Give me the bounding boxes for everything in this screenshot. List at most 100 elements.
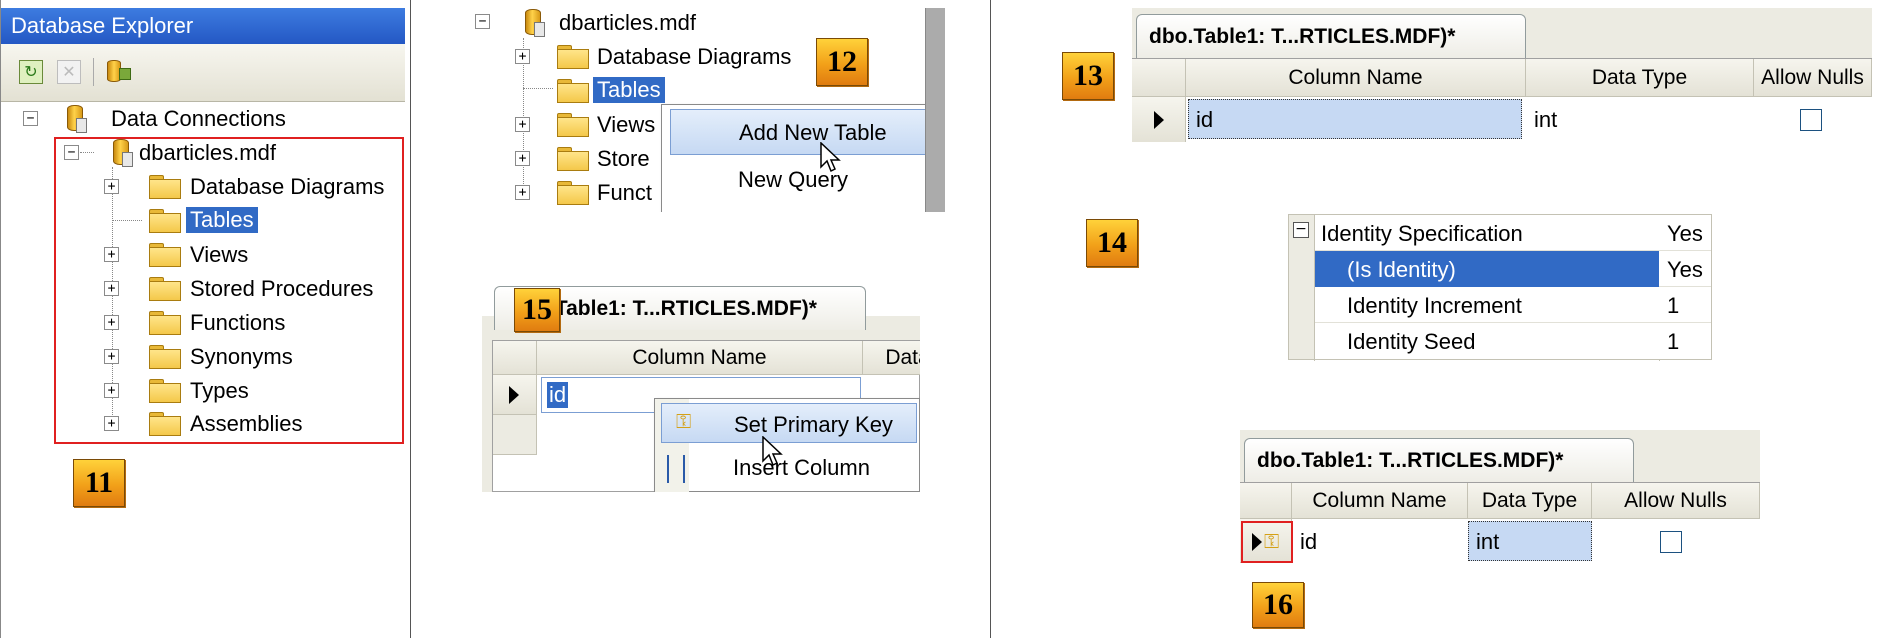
property-row-identity-specification[interactable]: Identity Specification Yes (1315, 215, 1711, 251)
property-row-is-identity[interactable]: (Is Identity) Yes (1315, 251, 1711, 287)
column-name-value[interactable]: id (1300, 529, 1317, 555)
expand-types[interactable]: + (104, 383, 119, 398)
column-name-cell[interactable] (1188, 99, 1522, 139)
panel-set-primary-key: .Table1: T...RTICLES.MDF)* Column Name D… (482, 278, 920, 492)
expand-functions[interactable]: + (104, 315, 119, 330)
folder-icon (149, 209, 181, 233)
explorer-title-bar: Database Explorer (1, 8, 405, 44)
row-header-corner (1240, 483, 1292, 519)
tree-item-views[interactable]: Views (190, 242, 248, 268)
step-badge-13: 13 (1062, 52, 1114, 100)
allow-nulls-checkbox[interactable] (1800, 109, 1822, 131)
tree-db-label[interactable]: dbarticles.mdf (139, 140, 276, 166)
folder-icon (149, 311, 181, 335)
database-icon (113, 139, 133, 167)
scrollbar[interactable] (925, 8, 945, 212)
allow-nulls-checkbox[interactable] (1660, 531, 1682, 553)
data-connections-icon (67, 105, 87, 133)
collapse-data-connections[interactable]: − (23, 111, 38, 126)
column-header-allow-nulls[interactable]: Allow Nulls (1754, 59, 1872, 97)
row-header (493, 415, 537, 455)
cursor-icon (820, 141, 842, 174)
tree-root-label[interactable]: Data Connections (111, 106, 286, 132)
tree-item-synonyms[interactable]: Synonyms (190, 344, 293, 370)
row-header-corner (493, 341, 537, 375)
folder-icon (149, 379, 181, 403)
menu-item-add-new-table[interactable]: Add New Table (670, 109, 940, 155)
designer-tab[interactable]: dbo.Table1: T...RTICLES.MDF)* (1244, 438, 1634, 482)
folder-icon (557, 45, 589, 69)
tree-db-label[interactable]: dbarticles.mdf (559, 10, 696, 36)
menu-item-insert-column[interactable]: Insert Column (733, 455, 870, 481)
column-name-value[interactable]: id (547, 382, 569, 408)
folder-icon (557, 147, 589, 171)
column-header-data-type[interactable]: Data Type (1468, 483, 1592, 519)
database-icon (525, 9, 545, 37)
column-header-allow-nulls[interactable]: Allow Nulls (1592, 483, 1760, 519)
designer-tab[interactable]: dbo.Table1: T...RTICLES.MDF)* (1136, 14, 1526, 58)
refresh-icon[interactable]: ↻ (19, 60, 43, 84)
tree-item-tables[interactable]: Tables (186, 207, 258, 233)
current-row-arrow (1154, 111, 1164, 129)
data-type-value[interactable]: int (1534, 107, 1557, 133)
cursor-icon (762, 435, 784, 468)
primary-key-icon: ⚿ (1264, 529, 1280, 553)
tree-item-views[interactable]: Views (597, 112, 655, 138)
collapse-db[interactable]: − (475, 14, 490, 29)
tree-item-assemblies[interactable]: Assemblies (190, 411, 302, 437)
collapse-identity-icon[interactable]: − (1293, 222, 1309, 238)
separator (410, 0, 411, 638)
property-row-identity-increment[interactable]: Identity Increment 1 (1315, 287, 1711, 323)
designer-grid: Column Name Data Type Allow Nulls id int (1132, 58, 1872, 142)
expand-synonyms[interactable]: + (104, 349, 119, 364)
collapse-db[interactable]: − (64, 145, 79, 160)
column-header-column-name[interactable]: Column Name (1292, 483, 1468, 519)
tree-item-functions[interactable]: Funct (597, 180, 652, 206)
folder-icon (557, 113, 589, 137)
context-menu: ⚿ Set Primary Key Insert Column (654, 398, 920, 492)
folder-icon (149, 243, 181, 267)
panel-add-new-table: − dbarticles.mdf + Database Diagrams Tab… (465, 0, 945, 212)
delete-icon[interactable]: ✕ (57, 60, 81, 84)
tree-item-functions[interactable]: Functions (190, 310, 285, 336)
property-row-identity-seed[interactable]: Identity Seed 1 (1315, 323, 1711, 359)
expand-stored-procedures[interactable]: + (515, 151, 530, 166)
key-icon: ⚿ (676, 411, 692, 433)
panel-table-designer: dbo.Table1: T...RTICLES.MDF)* Column Nam… (1132, 8, 1872, 142)
column-name-value[interactable]: id (1196, 107, 1213, 133)
expand-stored-procedures[interactable]: + (104, 281, 119, 296)
expand-functions[interactable]: + (515, 185, 530, 200)
expand-database-diagrams[interactable]: + (515, 49, 530, 64)
tree-item-tables[interactable]: Tables (593, 77, 665, 103)
panel-primary-key-set: dbo.Table1: T...RTICLES.MDF)* Column Nam… (1240, 430, 1760, 570)
menu-item-set-primary-key[interactable]: ⚿ Set Primary Key (661, 403, 917, 443)
folder-icon (557, 79, 589, 103)
folder-icon (149, 412, 181, 436)
expand-views[interactable]: + (104, 247, 119, 262)
tree-item-database-diagrams[interactable]: Database Diagrams (190, 174, 384, 200)
column-header-data-type[interactable]: Data Type (1526, 59, 1754, 97)
data-type-value[interactable]: int (1476, 529, 1499, 555)
designer-grid: Column Name Data Type Allow Nulls ⚿ id i… (1240, 482, 1760, 570)
step-badge-16: 16 (1252, 582, 1304, 628)
folder-icon (557, 181, 589, 205)
folder-icon (149, 175, 181, 199)
context-menu: Add New Table New Query (661, 104, 945, 212)
tree-item-database-diagrams[interactable]: Database Diagrams (597, 44, 791, 70)
toolbar-divider (93, 58, 94, 86)
column-header-data[interactable]: Data (863, 341, 920, 375)
step-badge-12: 12 (816, 38, 868, 86)
connect-to-database-icon[interactable] (105, 56, 135, 86)
column-header-column-name[interactable]: Column Name (1186, 59, 1526, 97)
column-header-column-name[interactable]: Column Name (537, 341, 863, 375)
current-row-arrow (1252, 533, 1262, 551)
expand-views[interactable]: + (515, 117, 530, 132)
expand-assemblies[interactable]: + (104, 416, 119, 431)
tree-item-stored-procedures[interactable]: Store (597, 146, 650, 172)
current-row-arrow (509, 386, 519, 404)
panel-database-explorer: Database Explorer ↻ ✕ − Data Connections… (0, 0, 410, 638)
insert-column-icon (667, 455, 685, 483)
tree-item-stored-procedures[interactable]: Stored Procedures (190, 276, 373, 302)
expand-database-diagrams[interactable]: + (104, 179, 119, 194)
tree-item-types[interactable]: Types (190, 378, 249, 404)
